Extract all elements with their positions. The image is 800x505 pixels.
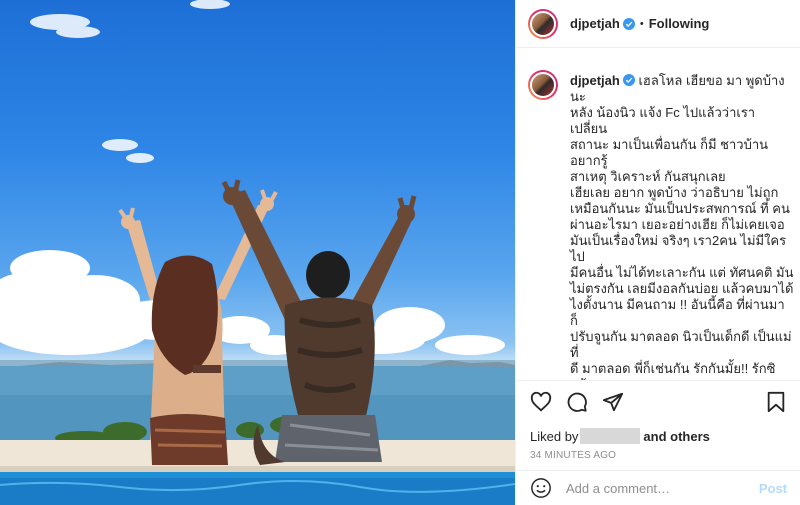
verified-badge-icon — [622, 17, 635, 30]
likes-summary: Liked by and others — [530, 427, 787, 445]
avatar[interactable] — [528, 8, 558, 39]
caption-username[interactable]: djpetjah — [570, 73, 620, 88]
post-header: djpetjah • Following — [516, 0, 800, 48]
caption-avatar[interactable] — [528, 70, 558, 100]
post-timestamp[interactable]: 34 MINUTES AGO — [530, 450, 787, 461]
post-side-panel: djpetjah • Following djpetjah เฮลโหล เฮี… — [515, 0, 800, 505]
caption-section: djpetjah เฮลโหล เฮียขอ มา พูดบ้าง นะ หลั… — [516, 56, 800, 380]
caption-body: เฮลโหล เฮียขอ มา พูดบ้าง นะ หลัง น้องนิว… — [570, 73, 794, 380]
share-icon[interactable] — [602, 391, 624, 413]
following-button[interactable]: Following — [649, 16, 710, 31]
liked-by-user-redacted — [580, 428, 641, 444]
others-link[interactable]: and others — [643, 429, 709, 444]
comment-input[interactable]: Add a comment… — [566, 481, 759, 496]
post-comment-button[interactable]: Post — [759, 481, 787, 496]
bookmark-icon[interactable] — [765, 391, 787, 413]
comment-bar: Add a comment… Post — [516, 470, 800, 505]
heart-icon[interactable] — [530, 391, 552, 413]
separator-dot: • — [639, 17, 644, 30]
post-image — [0, 0, 515, 505]
emoji-icon[interactable] — [530, 477, 552, 499]
verified-badge-icon — [622, 74, 635, 86]
comment-icon[interactable] — [566, 391, 588, 413]
username-link[interactable]: djpetjah — [570, 16, 620, 31]
liked-by-label: Liked by — [530, 428, 579, 444]
post-photo[interactable] — [0, 0, 515, 505]
action-bar: Liked by and others 34 MINUTES AGO — [516, 380, 800, 470]
caption-text: djpetjah เฮลโหล เฮียขอ มา พูดบ้าง นะ หลั… — [570, 73, 795, 380]
